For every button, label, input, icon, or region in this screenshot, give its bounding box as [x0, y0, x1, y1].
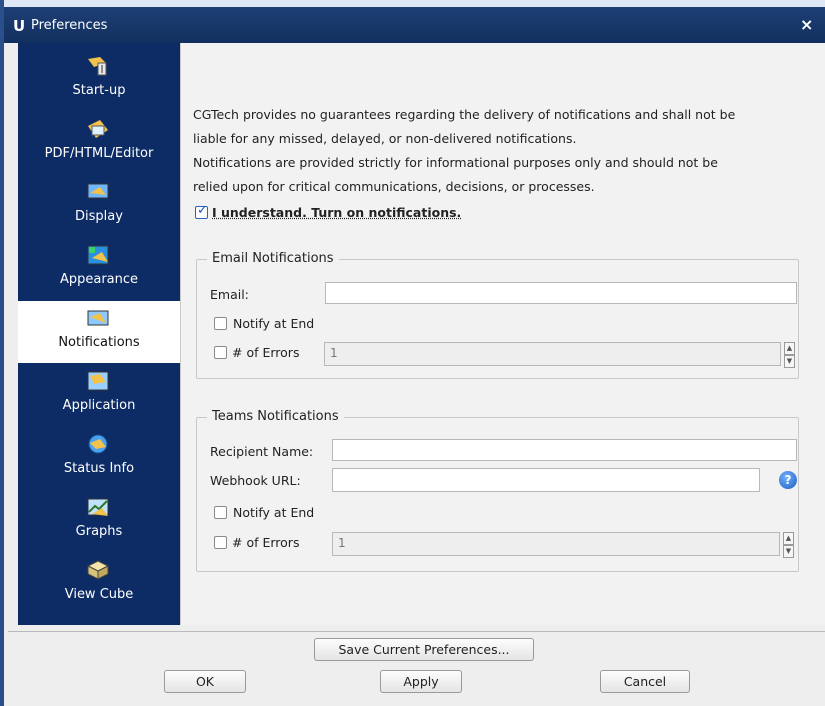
teams-notify-end-label: Notify at End: [233, 505, 315, 520]
preferences-sidebar: Start-up PDF/HTML/Editor Display Appeara…: [18, 43, 180, 625]
consent-checkbox[interactable]: [195, 203, 208, 219]
stepper-down-icon[interactable]: ▼: [784, 355, 795, 368]
email-group-legend: Email Notifications: [207, 251, 339, 266]
disclaimer-line: CGTech provides no guarantees regarding …: [193, 107, 736, 122]
notifications-panel: CGTech provides no guarantees regarding …: [180, 43, 825, 625]
notifications-icon: [87, 310, 109, 326]
sidebar-item-status-info[interactable]: Status Info: [18, 427, 180, 489]
sidebar-item-label: View Cube: [64, 587, 134, 602]
appearance-icon: [87, 245, 109, 265]
sidebar-item-view-cube[interactable]: View Cube: [18, 553, 180, 615]
cancel-button[interactable]: Cancel: [600, 670, 690, 693]
save-preferences-button[interactable]: Save Current Preferences...: [314, 638, 534, 661]
email-errors-stepper[interactable]: ▲ ▼: [784, 342, 795, 368]
view-cube-icon: [86, 560, 110, 580]
sidebar-item-label: Notifications: [58, 335, 140, 350]
sidebar-item-label: Display: [75, 209, 123, 224]
startup-icon: [88, 57, 107, 76]
apply-button[interactable]: Apply: [380, 670, 462, 693]
status-info-icon: [88, 434, 108, 454]
email-errors-checkbox[interactable]: [214, 346, 227, 359]
ok-button[interactable]: OK: [164, 670, 246, 693]
email-label: Email:: [210, 287, 249, 302]
title-bar[interactable]: U Preferences ×: [4, 7, 825, 43]
recipient-name-field[interactable]: [332, 439, 797, 461]
sidebar-item-pdf-editor[interactable]: PDF/HTML/Editor: [18, 112, 180, 174]
sidebar-item-label: Appearance: [59, 272, 139, 287]
window-title: Preferences: [31, 18, 108, 33]
pdf-editor-icon: [88, 120, 108, 138]
webhook-url-field[interactable]: [332, 468, 760, 492]
stepper-down-icon[interactable]: ▼: [783, 545, 794, 558]
sidebar-item-display[interactable]: Display: [18, 175, 180, 237]
webhook-url-label: Webhook URL:: [210, 473, 301, 488]
teams-errors-label: # of Errors: [232, 535, 300, 550]
display-icon: [87, 183, 109, 199]
email-notify-end-label: Notify at End: [233, 316, 315, 331]
email-field[interactable]: [325, 282, 797, 304]
sidebar-item-label: Start-up: [72, 83, 126, 98]
help-icon[interactable]: ?: [779, 471, 797, 489]
sidebar-item-application[interactable]: Application: [18, 364, 180, 426]
teams-errors-input[interactable]: 1: [332, 532, 780, 556]
sidebar-item-label: PDF/HTML/Editor: [44, 146, 154, 161]
sidebar-item-startup[interactable]: Start-up: [18, 49, 180, 111]
stepper-up-icon[interactable]: ▲: [783, 532, 794, 545]
email-errors-label: # of Errors: [232, 345, 300, 360]
sidebar-item-label: Graphs: [75, 524, 123, 539]
email-notifications-group: Email Notifications Email: Notify at End…: [196, 251, 799, 379]
application-icon: [87, 371, 109, 391]
consent-label[interactable]: I understand. Turn on notifications.: [212, 205, 461, 220]
sidebar-item-graphs[interactable]: Graphs: [18, 490, 180, 552]
sidebar-item-appearance[interactable]: Appearance: [18, 238, 180, 300]
teams-errors-checkbox[interactable]: [214, 536, 227, 549]
close-icon[interactable]: ×: [800, 15, 813, 34]
email-notify-end-checkbox[interactable]: [214, 317, 227, 330]
email-errors-input[interactable]: 1: [324, 342, 781, 366]
teams-group-legend: Teams Notifications: [207, 409, 344, 424]
disclaimer-line: relied upon for critical communications,…: [193, 179, 595, 194]
recipient-name-label: Recipient Name:: [210, 444, 314, 459]
disclaimer-line: Notifications are provided strictly for …: [193, 155, 718, 170]
graphs-icon: [87, 498, 109, 516]
preferences-window: U Preferences × Start-up PDF/HTML/Editor…: [0, 0, 825, 706]
sidebar-item-label: Application: [62, 398, 136, 413]
teams-notifications-group: Teams Notifications Recipient Name: Webh…: [196, 409, 799, 572]
window-top-strip: [4, 0, 825, 7]
teams-notify-end-checkbox[interactable]: [214, 506, 227, 519]
stepper-up-icon[interactable]: ▲: [784, 342, 795, 355]
footer-divider: [8, 631, 825, 632]
sidebar-item-label: Status Info: [63, 461, 135, 476]
app-logo: U: [13, 17, 26, 35]
teams-errors-stepper[interactable]: ▲ ▼: [783, 532, 794, 558]
disclaimer-line: liable for any missed, delayed, or non-d…: [193, 131, 577, 146]
sidebar-item-notifications[interactable]: Notifications: [18, 301, 180, 363]
